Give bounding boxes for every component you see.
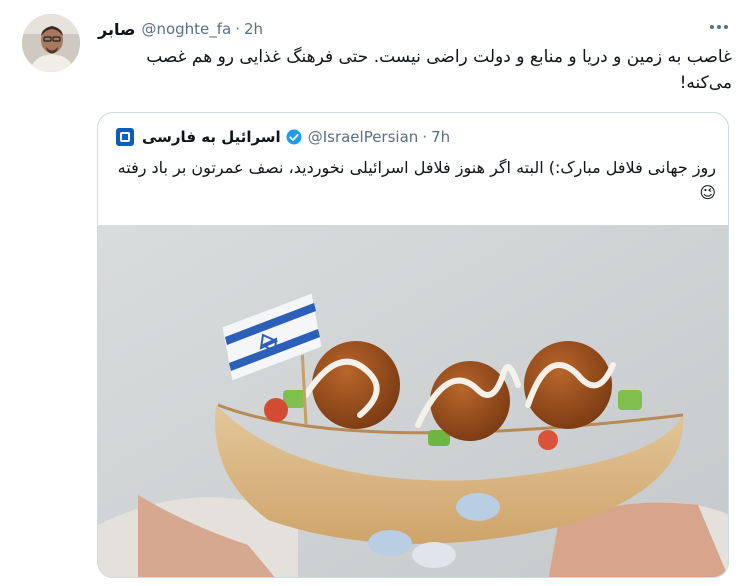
separator-dot: · [235,20,241,38]
quoted-tweet[interactable]: اسرائیل به فارسی @IsraelPersian · 7h روز… [97,112,729,578]
avatar[interactable] [22,14,80,72]
tweet-card[interactable]: صابر @noghte_fa · 2h غاصب به زمین و دریا… [0,0,748,586]
more-horizontal-icon [710,25,714,29]
display-name[interactable]: صابر [98,20,135,39]
more-horizontal-icon [724,25,728,29]
quoted-display-name[interactable]: اسرائیل به فارسی [142,128,281,146]
quoted-user-handle[interactable]: @IsraelPersian [308,128,419,146]
more-horizontal-icon [717,25,721,29]
avatar-image [22,14,80,72]
user-handle[interactable]: @noghte_fa [141,20,231,38]
tweet-text: غاصب به زمین و دریا و منابع و دولت راضی … [146,47,732,93]
verified-badge-icon [286,129,302,145]
tweet-header: صابر @noghte_fa · 2h [98,18,263,40]
separator-dot: · [422,128,428,146]
quoted-timestamp[interactable]: 7h [431,128,450,146]
more-options-button[interactable] [708,18,730,36]
quoted-tweet-header: اسرائیل به فارسی @IsraelPersian · 7h [116,126,450,148]
falafel-photo[interactable] [98,225,729,578]
quoted-tweet-text: روز جهانی فلافل مبارک:) البته اگر هنوز ف… [117,158,716,202]
quoted-avatar[interactable] [116,128,134,146]
timestamp[interactable]: 2h [244,20,263,38]
